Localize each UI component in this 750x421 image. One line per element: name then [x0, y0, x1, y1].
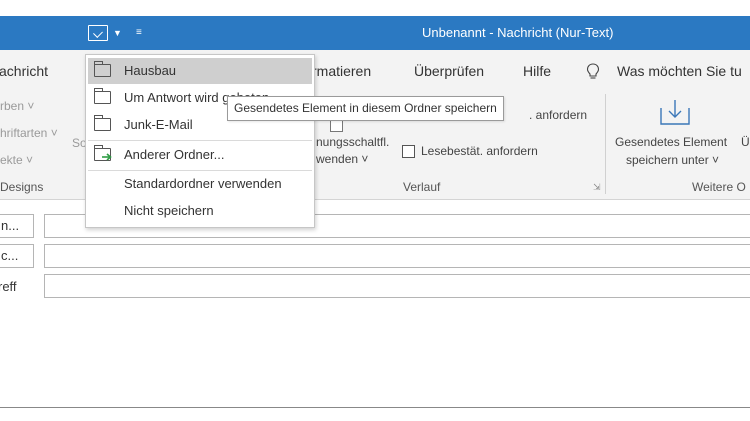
abstimmungsschaltflaechen-label[interactable]: nungsschaltfl.	[316, 135, 389, 149]
group-label-verlauf: Verlauf	[403, 180, 441, 194]
cc-button[interactable]: c...	[0, 244, 34, 268]
tab-formatieren[interactable]: rmatieren	[312, 50, 371, 92]
betreff-label: reff	[0, 279, 17, 294]
uebermittlung-anfordern-label[interactable]: . anfordern	[529, 108, 587, 122]
next-button-cut[interactable]: Ü	[741, 135, 750, 149]
window-title: Unbenannt - Nachricht (Nur-Text)	[422, 25, 614, 40]
save-sent-item-icon[interactable]	[658, 98, 692, 126]
tell-me-search[interactable]: Was möchten Sie tu	[617, 50, 742, 92]
save-folder-dropdown: Hausbau Um Antwort wird gebeten Junk-E-M…	[85, 54, 315, 228]
menu-item-label: Nicht speichern	[124, 203, 214, 218]
menu-item-nicht-speichern[interactable]: Nicht speichern	[88, 198, 312, 224]
lesebestaetigung-checkbox[interactable]	[402, 145, 415, 158]
green-arrow-icon	[102, 153, 112, 161]
menu-item-label: Hausbau	[124, 63, 177, 78]
save-sent-item-dropdown[interactable]: speichern unter ˅	[626, 153, 719, 167]
tab-ueberpruefen[interactable]: Überprüfen	[414, 50, 484, 92]
chevron-down-icon[interactable]: ▼	[113, 16, 122, 50]
abstimmung-verwenden-label[interactable]: wenden ˅	[316, 152, 368, 166]
group-label-weitere-optionen: Weitere O	[692, 180, 746, 194]
folder-icon	[94, 115, 111, 131]
an-button[interactable]: n...	[0, 214, 34, 238]
folder-icon	[94, 61, 111, 77]
dialog-launcher-icon[interactable]: ⇲	[593, 182, 601, 193]
folder-icon	[94, 88, 111, 104]
group-label-designs: Designs	[0, 180, 44, 194]
customize-qat-icon[interactable]: ≡	[136, 16, 142, 50]
menu-separator	[88, 140, 312, 141]
tab-hilfe[interactable]: Hilfe	[523, 50, 551, 92]
save-to-folder-icon[interactable]	[88, 25, 108, 41]
menu-item-hausbau[interactable]: Hausbau	[88, 58, 312, 84]
menu-item-standardordner[interactable]: Standardordner verwenden	[88, 171, 312, 197]
save-sent-item-label[interactable]: Gesendetes Element	[615, 135, 727, 149]
cc-input[interactable]	[44, 244, 750, 268]
lightbulb-icon[interactable]	[586, 63, 600, 80]
farben-button[interactable]: rben ˅	[0, 99, 34, 113]
group-separator	[605, 94, 606, 194]
effekte-button[interactable]: ekte ˅	[0, 153, 33, 167]
tab-nachricht[interactable]: achricht	[0, 50, 48, 92]
tooltip: Gesendetes Element in diesem Ordner spei…	[227, 96, 504, 121]
lesebestaetigung-label[interactable]: Lesebestät. anfordern	[421, 144, 538, 158]
menu-item-anderer-ordner[interactable]: Anderer Ordner...	[88, 142, 312, 168]
screen-top-strip	[0, 0, 750, 16]
menu-item-label: Standardordner verwenden	[124, 176, 282, 191]
menu-item-label: Junk-E-Mail	[124, 117, 193, 132]
title-bar: ▼ ≡ Unbenannt - Nachricht (Nur-Text)	[0, 16, 750, 50]
subject-input[interactable]	[44, 274, 750, 298]
menu-item-label: Anderer Ordner...	[124, 147, 225, 162]
bottom-border	[0, 407, 750, 408]
schriftarten-button[interactable]: hriftarten ˅	[0, 126, 58, 140]
